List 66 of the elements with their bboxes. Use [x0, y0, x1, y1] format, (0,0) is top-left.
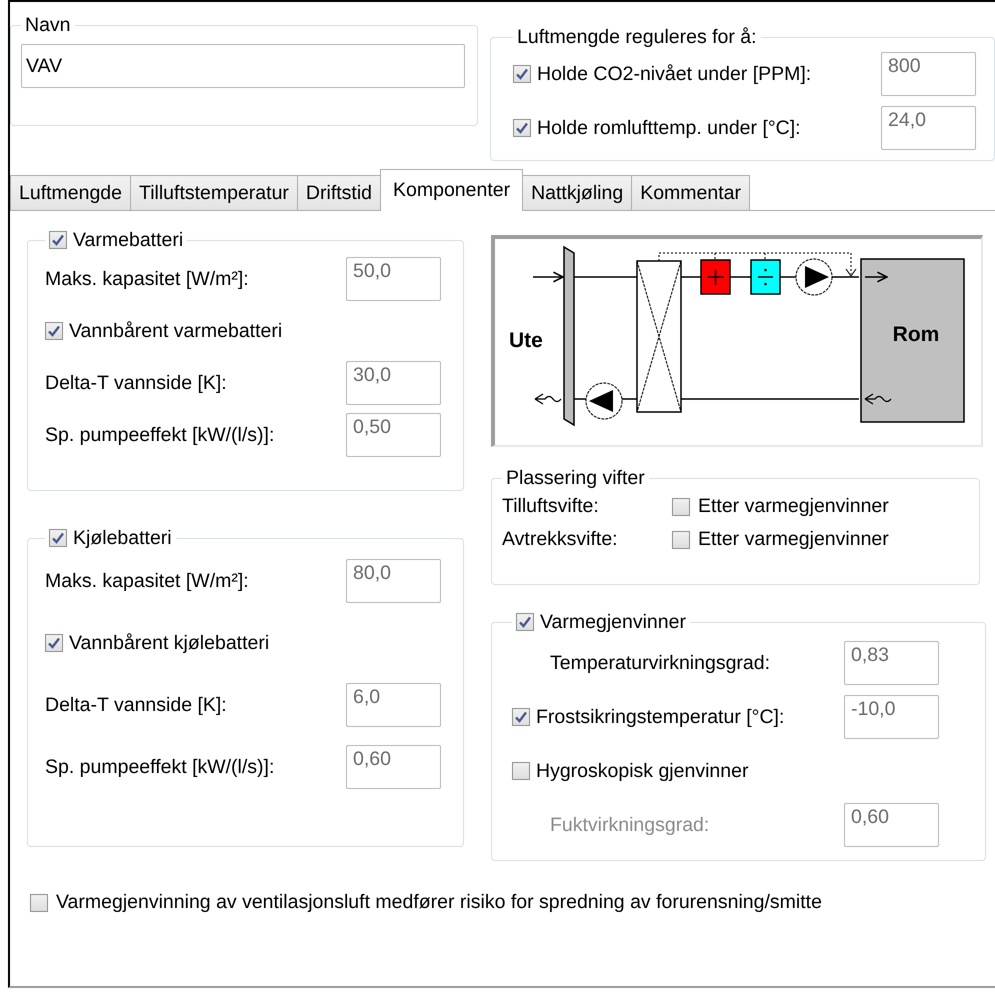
group-label: Plassering vifter: [506, 467, 645, 489]
checkbox[interactable]: [672, 498, 690, 516]
tab[interactable]: Driftstid: [296, 175, 381, 210]
tab[interactable]: Tilluftstemperatur: [130, 175, 298, 210]
field-label: Delta-T vannside [K]:: [45, 372, 228, 394]
input-field[interactable]: 80,0: [346, 559, 441, 603]
checkbox-label: Frostsikringstemperatur [°C]:: [536, 706, 786, 728]
heat-exchanger-icon: [636, 260, 682, 413]
field-label: Fuktvirkningsgrad:: [550, 814, 710, 836]
input-field[interactable]: 0,50: [346, 413, 441, 457]
checkbox-label: Varmegjenvinning av ventilasjonsluft medfører risiko for spredning av forurensning/smitte: [56, 891, 822, 914]
tab[interactable]: Kommentar: [631, 175, 750, 210]
checkbox-label: Etter varmegjenvinner: [698, 495, 889, 518]
fan-icon: [796, 258, 832, 296]
heater-icon: [700, 259, 731, 295]
checkbox-label: Holde CO2-nivået under [PPM]:: [537, 62, 812, 86]
checkbox-label: Varmegjenvinner: [540, 611, 686, 633]
supply-arrow: [865, 271, 888, 283]
inlet-arrow: [533, 271, 564, 283]
checkbox[interactable]: [516, 613, 534, 631]
group-label: Luftmengde reguleres for å:: [517, 26, 757, 48]
tab[interactable]: Komponenter: [380, 169, 524, 211]
outdoor-label: Ute: [509, 329, 543, 352]
field-label: Avtrekksvifte:: [502, 528, 619, 551]
checkbox[interactable]: [45, 322, 63, 340]
input-field[interactable]: 0,83: [844, 641, 939, 685]
input-field[interactable]: VAV: [21, 44, 465, 88]
input-field[interactable]: 0,60: [346, 745, 441, 789]
checkbox-label: Vannbårent kjølebatteri: [69, 632, 270, 654]
field-label: Maks. kapasitet [W/m²]:: [45, 268, 250, 290]
checkbox[interactable]: [49, 529, 67, 547]
checkbox[interactable]: [49, 231, 67, 249]
tab[interactable]: Nattkjøling: [522, 175, 632, 210]
field-label: Tilluftsvifte:: [502, 495, 600, 518]
room-label: Rom: [892, 323, 940, 346]
input-field[interactable]: 800: [881, 52, 976, 96]
input-field[interactable]: -10,0: [844, 695, 939, 739]
checkbox[interactable]: [45, 634, 63, 652]
checkbox-label: Vannbårent varmebatteri: [69, 320, 284, 342]
checkbox[interactable]: [512, 762, 530, 780]
checkbox-label: Kjølebatteri: [73, 527, 172, 549]
field-label: Sp. pumpeeffekt [kW/(l/s)]:: [45, 756, 276, 778]
input-field[interactable]: 6,0: [346, 683, 441, 727]
damper-icon: [563, 246, 575, 426]
checkbox[interactable]: [30, 894, 48, 912]
checkbox[interactable]: [513, 119, 531, 137]
exhaust-arrow: [534, 393, 562, 405]
input-field[interactable]: 30,0: [346, 361, 441, 405]
checkbox-label: Varmebatteri: [73, 229, 184, 251]
checkbox-label: Hygroskopisk gjenvinner: [536, 760, 750, 782]
checkbox[interactable]: [513, 65, 531, 83]
return-arrow: [864, 393, 892, 405]
field-label: Sp. pumpeeffekt [kW/(l/s)]:: [45, 424, 276, 446]
cooler-icon: [750, 259, 781, 295]
input-field[interactable]: 50,0: [346, 257, 441, 301]
input-field[interactable]: 24,0: [881, 106, 976, 150]
field-label: Delta-T vannside [K]:: [45, 694, 228, 716]
field-label: Temperaturvirkningsgrad:: [550, 652, 772, 674]
checkbox-label: Etter varmegjenvinner: [698, 528, 889, 551]
fan-icon: [586, 382, 622, 420]
checkbox[interactable]: [512, 708, 530, 726]
checkbox[interactable]: [672, 530, 690, 548]
group-label: Navn: [25, 14, 71, 36]
field-label: Maks. kapasitet [W/m²]:: [45, 570, 250, 592]
checkbox-label: Holde romlufttemp. under [°C]:: [537, 116, 802, 140]
tab[interactable]: Luftmengde: [10, 175, 131, 210]
